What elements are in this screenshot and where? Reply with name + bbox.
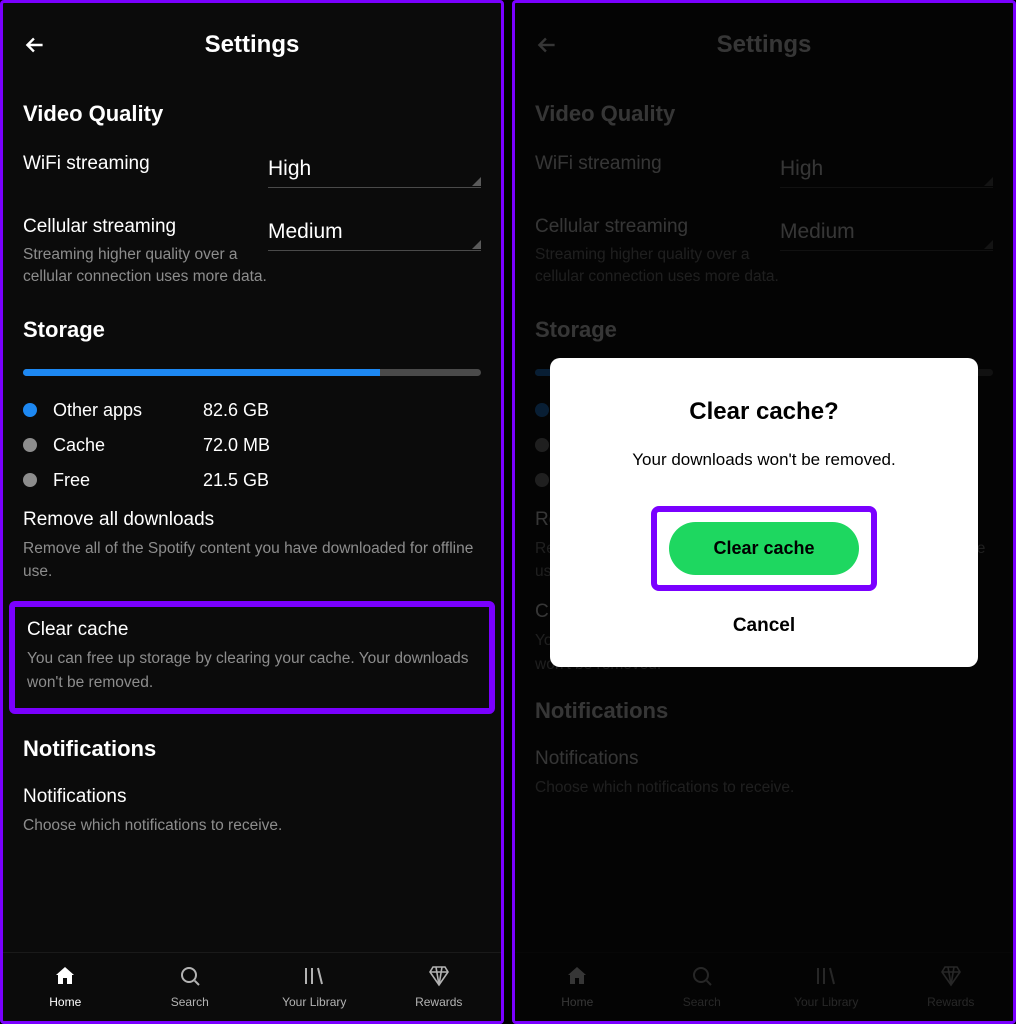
storage-bar-fill [23,369,380,376]
cellular-streaming-select[interactable]: Medium [268,220,481,251]
diamond-icon [426,963,452,989]
bottom-nav: Home Search Your Library Rewards [3,952,501,1021]
legend-cache: Cache 72.0 MB [23,435,481,456]
library-icon [301,963,327,989]
cellular-streaming-title: Cellular streaming [23,216,176,237]
wifi-streaming-select[interactable]: High [268,157,481,188]
remove-downloads-title: Remove all downloads [23,509,481,531]
dot-icon [23,473,37,487]
dot-icon [23,438,37,452]
nav-home[interactable]: Home [3,963,128,1009]
dot-icon [23,403,37,417]
phone-right: Settings Video Quality WiFi streaming Hi… [512,0,1016,1024]
legend-free: Free 21.5 GB [23,470,481,491]
legend-label: Cache [53,435,203,456]
section-storage: Storage [23,317,481,343]
dialog-body: Your downloads won't be removed. [576,450,952,470]
modal-overlay[interactable]: Clear cache? Your downloads won't be rem… [515,3,1013,1021]
nav-label: Home [49,995,81,1009]
cellular-streaming-label: Cellular streaming Streaming higher qual… [23,216,268,289]
legend-value: 21.5 GB [203,470,269,491]
legend-value: 82.6 GB [203,400,269,421]
wifi-streaming-label: WiFi streaming [23,153,268,175]
nav-rewards[interactable]: Rewards [377,963,502,1009]
dialog-title: Clear cache? [576,398,952,426]
clear-cache-confirm-button[interactable]: Clear cache [669,522,858,575]
home-icon [52,963,78,989]
nav-label: Rewards [415,995,462,1009]
notifications-item[interactable]: Notifications Choose which notifications… [23,786,481,837]
section-notifications: Notifications [23,736,481,762]
storage-bar [23,369,481,376]
remove-downloads-desc: Remove all of the Spotify content you ha… [23,537,481,584]
phone-left: Settings Video Quality WiFi streaming Hi… [0,0,504,1024]
header: Settings [3,3,501,69]
nav-label: Search [171,995,209,1009]
remove-downloads-item[interactable]: Remove all downloads Remove all of the S… [23,509,481,584]
notifications-title: Notifications [23,786,481,808]
search-icon [177,963,203,989]
cellular-streaming-sub: Streaming higher quality over a cellular… [23,244,268,289]
legend-label: Free [53,470,203,491]
legend-value: 72.0 MB [203,435,270,456]
row-cellular-streaming: Cellular streaming Streaming higher qual… [23,216,481,289]
notifications-desc: Choose which notifications to receive. [23,814,481,837]
row-wifi-streaming: WiFi streaming High [23,153,481,188]
legend-label: Other apps [53,400,203,421]
clear-cache-item[interactable]: Clear cache You can free up storage by c… [9,601,495,714]
section-video-quality: Video Quality [23,101,481,127]
nav-search[interactable]: Search [128,963,253,1009]
settings-content: Video Quality WiFi streaming High Cellul… [3,69,501,952]
clear-cache-dialog: Clear cache? Your downloads won't be rem… [550,358,978,667]
legend-other-apps: Other apps 82.6 GB [23,400,481,421]
nav-library[interactable]: Your Library [252,963,377,1009]
clear-cache-desc: You can free up storage by clearing your… [27,647,477,694]
dialog-confirm-highlight: Clear cache [651,506,876,591]
cancel-button[interactable]: Cancel [576,615,952,637]
nav-label: Your Library [282,995,346,1009]
clear-cache-title: Clear cache [27,619,477,641]
page-title: Settings [21,31,483,59]
